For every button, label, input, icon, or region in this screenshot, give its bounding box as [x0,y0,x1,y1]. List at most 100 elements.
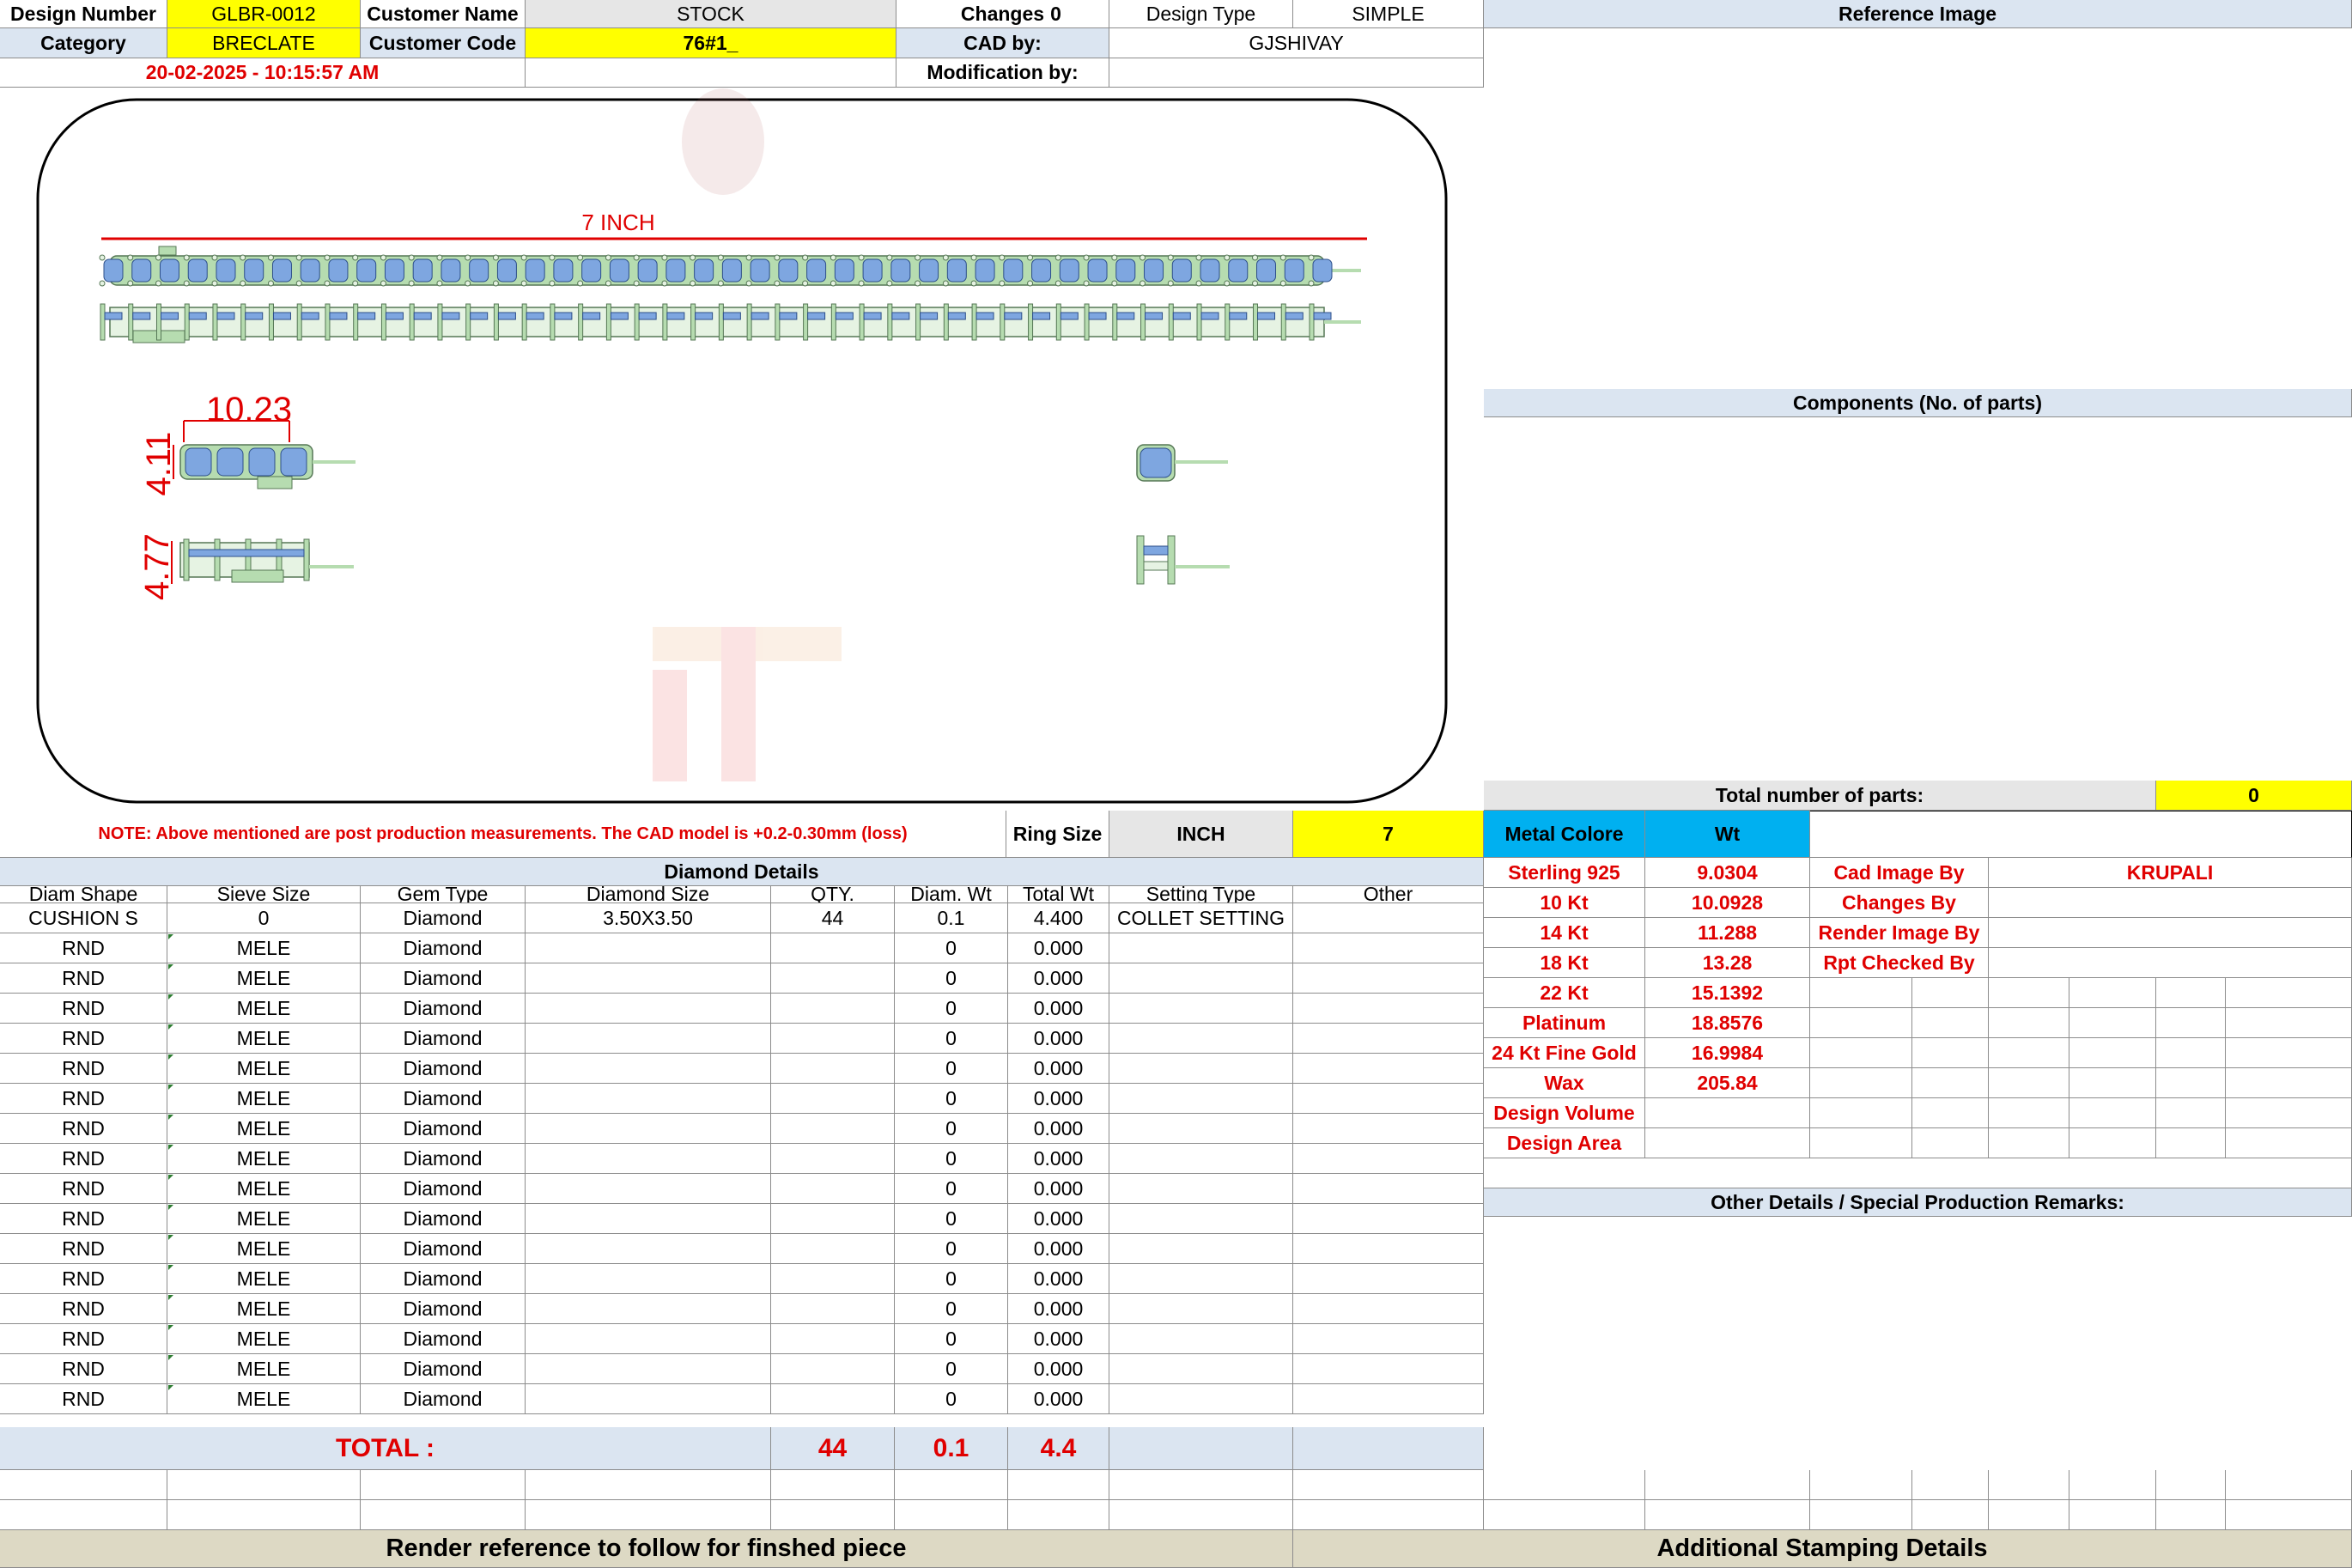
diamond-cell-gem-type[interactable]: Diamond [361,1294,526,1324]
diamond-cell-gem-type[interactable]: Diamond [361,1174,526,1204]
diamond-cell-gem-type[interactable]: Diamond [361,1084,526,1114]
diamond-cell-total-wt[interactable]: 0.000 [1008,1324,1109,1354]
diamond-cell-gem-type[interactable]: Diamond [361,1264,526,1294]
diamond-cell-setting-type[interactable] [1109,1144,1293,1174]
blank-cell[interactable] [1912,1500,1989,1530]
blank-cell[interactable] [771,1470,895,1500]
diamond-cell-diam-wt[interactable]: 0 [895,933,1008,963]
diamond-cell-total-wt[interactable]: 0.000 [1008,1234,1109,1264]
diamond-cell-gem-type[interactable]: Diamond [361,903,526,933]
diamond-cell-setting-type[interactable] [1109,1024,1293,1054]
diamond-cell-diamond-size[interactable] [526,963,771,994]
diamond-cell-sieve-size[interactable]: MELE [167,1024,361,1054]
diamond-cell-diam-shape[interactable]: RND [0,1264,167,1294]
blank-cell[interactable] [2156,1128,2226,1158]
diamond-cell-diam-wt[interactable]: 0 [895,1174,1008,1204]
diamond-cell-diam-wt[interactable]: 0 [895,1114,1008,1144]
diamond-cell-other[interactable] [1293,994,1484,1024]
diamond-cell-total-wt[interactable]: 4.400 [1008,903,1109,933]
blank-cell[interactable] [0,1470,167,1500]
blank-cell[interactable] [1810,1038,1912,1068]
blank-cell[interactable] [361,1500,526,1530]
blank-cell[interactable] [1912,978,1989,1008]
diamond-cell-gem-type[interactable]: Diamond [361,1144,526,1174]
diamond-cell-other[interactable] [1293,963,1484,994]
diamond-cell-diam-wt[interactable]: 0.1 [895,903,1008,933]
diamond-cell-setting-type[interactable] [1109,1264,1293,1294]
blank-cell[interactable] [2226,1500,2352,1530]
diamond-cell-diamond-size[interactable] [526,1264,771,1294]
diamond-cell-sieve-size[interactable]: MELE [167,1174,361,1204]
blank-cell[interactable] [1810,1068,1912,1098]
blank-cell[interactable] [2156,1500,2226,1530]
diamond-cell-setting-type[interactable] [1109,1294,1293,1324]
diamond-cell-gem-type[interactable]: Diamond [361,1234,526,1264]
diamond-cell-sieve-size[interactable]: MELE [167,1384,361,1414]
blank-cell[interactable] [2069,1008,2156,1038]
diamond-cell-gem-type[interactable]: Diamond [361,1354,526,1384]
blank-cell[interactable] [1810,978,1912,1008]
blank-cell[interactable] [2069,1470,2156,1500]
diamond-cell-diam-wt[interactable]: 0 [895,1054,1008,1084]
blank-cell[interactable] [1293,1470,1484,1500]
diamond-cell-diam-shape[interactable]: RND [0,933,167,963]
diamond-cell-other[interactable] [1293,1354,1484,1384]
diamond-cell-total-wt[interactable]: 0.000 [1008,1264,1109,1294]
diamond-cell-qty[interactable]: 44 [771,903,895,933]
blank-cell[interactable] [1810,811,2352,858]
diamond-cell-other[interactable] [1293,1324,1484,1354]
diamond-cell-total-wt[interactable]: 0.000 [1008,1144,1109,1174]
diamond-cell-total-wt[interactable]: 0.000 [1008,1294,1109,1324]
diamond-cell-total-wt[interactable]: 0.000 [1008,1354,1109,1384]
diamond-cell-sieve-size[interactable]: MELE [167,1264,361,1294]
diamond-cell-total-wt[interactable]: 0.000 [1008,1174,1109,1204]
blank-cell[interactable] [1109,1500,1293,1530]
diamond-cell-total-wt[interactable]: 0.000 [1008,1114,1109,1144]
diamond-cell-other[interactable] [1293,1054,1484,1084]
diamond-cell-diamond-size[interactable] [526,1204,771,1234]
blank-cell[interactable] [895,1470,1008,1500]
blank-cell[interactable] [1810,1008,1912,1038]
diamond-cell-diam-wt[interactable]: 0 [895,1144,1008,1174]
signoff-value[interactable] [1989,888,2352,918]
diamond-cell-diam-wt[interactable]: 0 [895,1384,1008,1414]
diamond-cell-diam-shape[interactable]: RND [0,1054,167,1084]
diamond-cell-diamond-size[interactable] [526,1294,771,1324]
signoff-value[interactable] [1989,948,2352,978]
diamond-cell-other[interactable] [1293,1174,1484,1204]
diamond-cell-qty[interactable] [771,1324,895,1354]
blank-cell[interactable] [1810,1500,1912,1530]
diamond-cell-diamond-size[interactable] [526,1144,771,1174]
blank-cell[interactable] [526,1470,771,1500]
diamond-cell-diamond-size[interactable] [526,1054,771,1084]
diamond-cell-qty[interactable] [771,1054,895,1084]
diamond-cell-other[interactable] [1293,903,1484,933]
diamond-cell-qty[interactable] [771,963,895,994]
diamond-cell-diam-shape[interactable]: RND [0,1384,167,1414]
diamond-cell-qty[interactable] [771,1114,895,1144]
diamond-cell-diam-shape[interactable]: RND [0,963,167,994]
ring-size-value[interactable]: 7 [1293,811,1484,858]
diamond-cell-qty[interactable] [771,1354,895,1384]
diamond-cell-sieve-size[interactable]: MELE [167,1084,361,1114]
diamond-cell-diam-wt[interactable]: 0 [895,1264,1008,1294]
diamond-cell-diamond-size[interactable] [526,1384,771,1414]
blank-cell[interactable] [1912,1098,1989,1128]
blank-cell[interactable] [1912,1470,1989,1500]
blank-cell[interactable] [1293,1500,1484,1530]
blank-cell[interactable] [1645,1470,1810,1500]
diamond-cell-setting-type[interactable] [1109,1054,1293,1084]
blank-cell[interactable] [771,1500,895,1530]
diamond-cell-sieve-size[interactable]: MELE [167,933,361,963]
diamond-cell-diam-shape[interactable]: RND [0,1174,167,1204]
diamond-cell-diamond-size[interactable] [526,1024,771,1054]
diamond-cell-setting-type[interactable] [1109,933,1293,963]
blank-cell[interactable] [1484,1470,1645,1500]
diamond-cell-diam-shape[interactable]: RND [0,1024,167,1054]
diamond-cell-diam-wt[interactable]: 0 [895,963,1008,994]
diamond-cell-sieve-size[interactable]: MELE [167,1114,361,1144]
diamond-cell-total-wt[interactable]: 0.000 [1008,933,1109,963]
diamond-cell-other[interactable] [1293,1024,1484,1054]
blank-cell[interactable] [2069,1068,2156,1098]
diamond-cell-other[interactable] [1293,1234,1484,1264]
